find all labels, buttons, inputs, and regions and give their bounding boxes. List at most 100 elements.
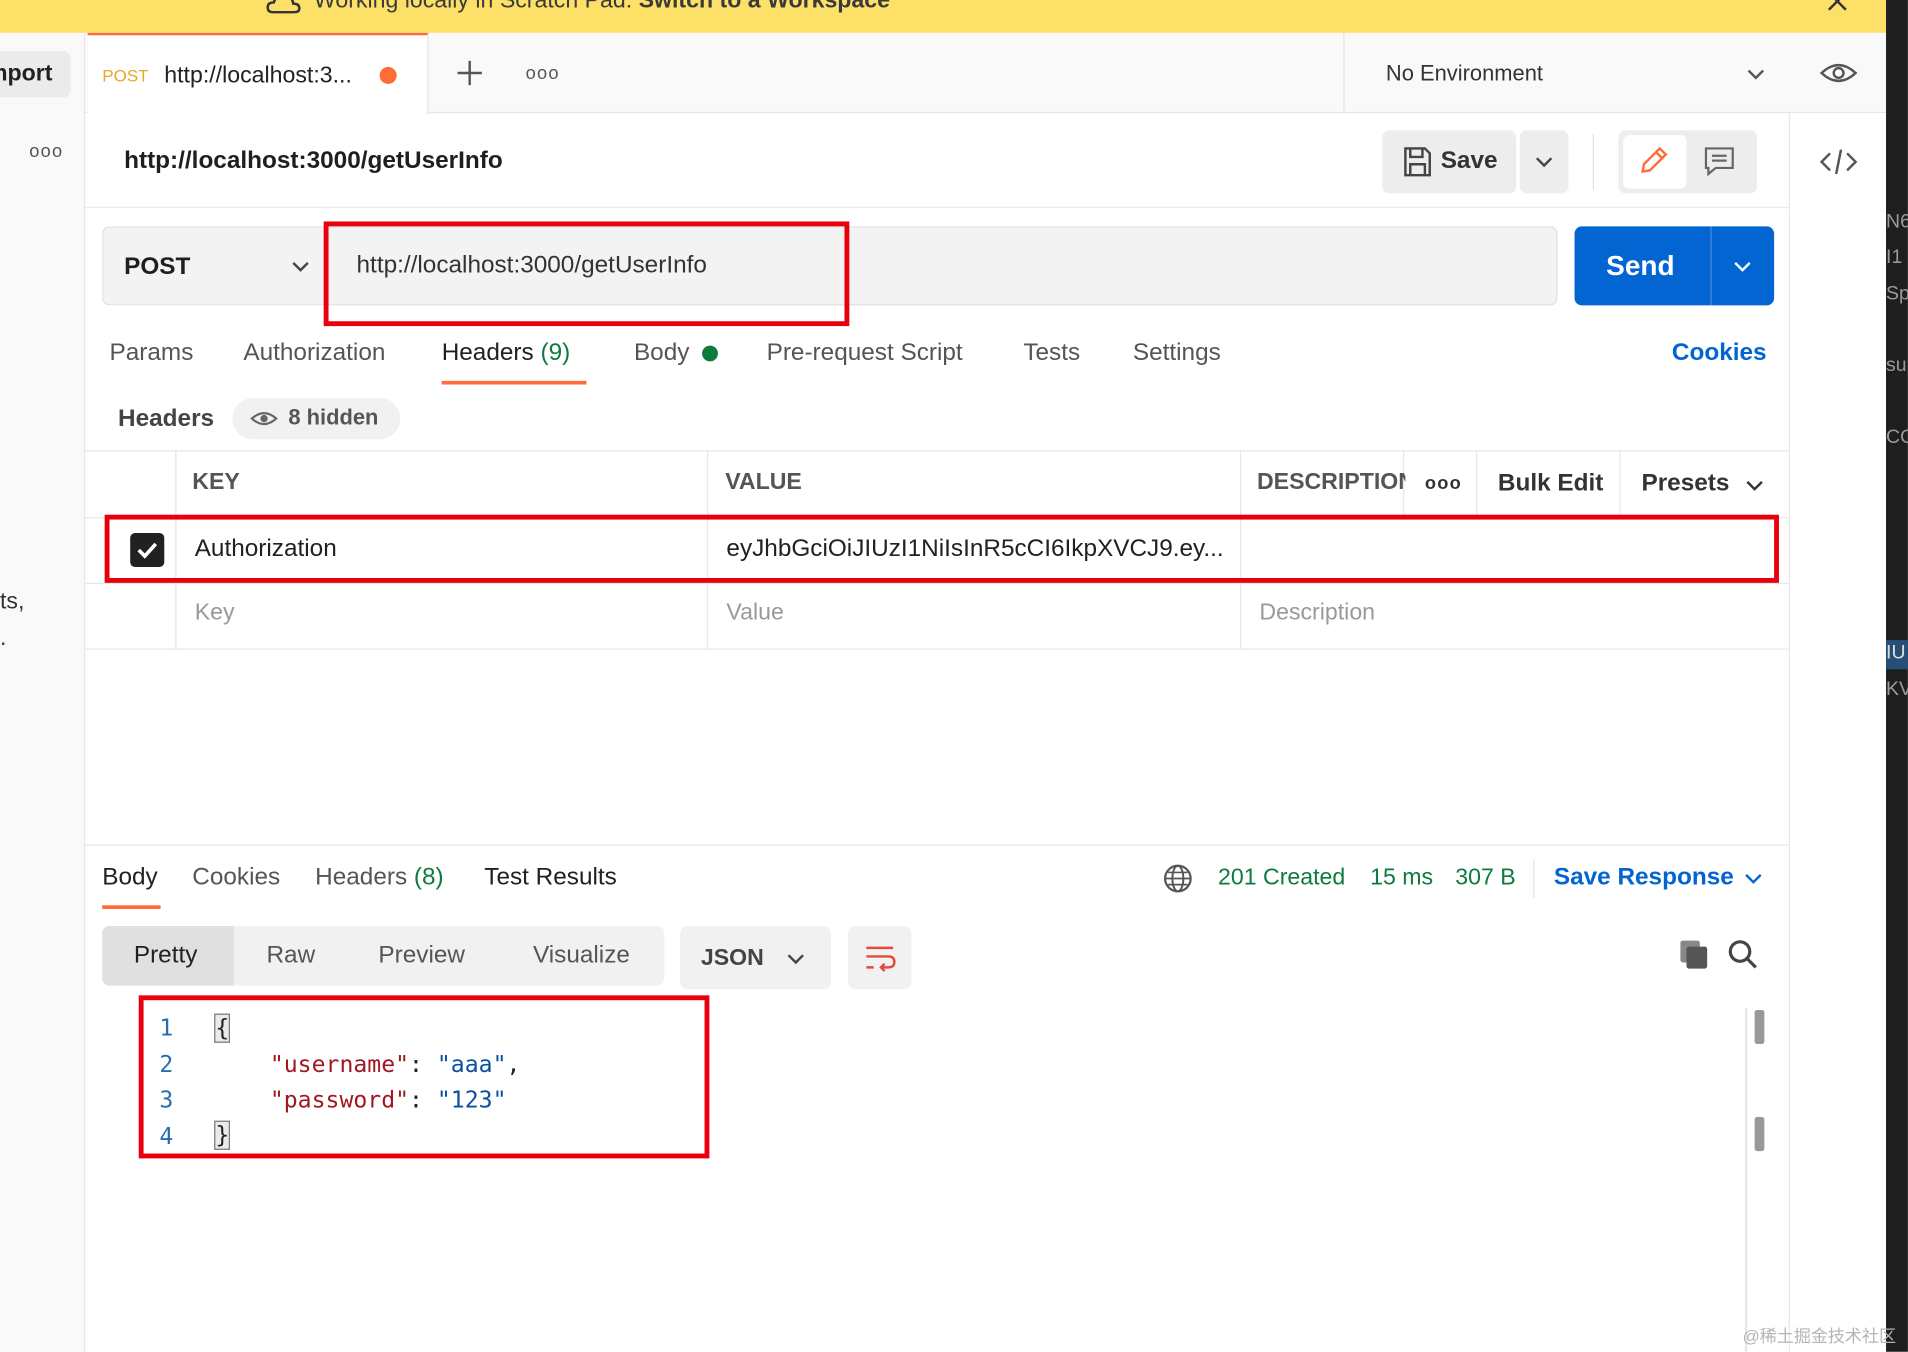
column-options-icon[interactable]: ooo — [1425, 473, 1462, 494]
editor-fragment: I1 — [1886, 247, 1903, 268]
sidebar-hint-text: . — [0, 625, 7, 651]
format-label: JSON — [700, 945, 764, 972]
chevron-down-icon — [1535, 157, 1553, 168]
active-tab-indicator — [441, 380, 587, 385]
tab-headers-label: Headers — [441, 339, 534, 367]
request-name[interactable]: http://localhost:3000/getUserInfo — [124, 147, 503, 175]
cookies-link[interactable]: Cookies — [1672, 339, 1767, 367]
tab-authorization[interactable]: Authorization — [243, 339, 385, 367]
new-tab-plus-icon[interactable] — [453, 56, 487, 90]
chevron-down-icon — [787, 954, 804, 965]
editor-fragment: su — [1886, 355, 1907, 376]
divider — [1592, 133, 1595, 190]
save-response-button[interactable]: Save Response — [1554, 864, 1734, 892]
body-status-dot-icon — [702, 345, 718, 362]
view-mode-visualize[interactable]: Visualize — [533, 942, 630, 970]
response-tab-headers-count: (8) — [413, 863, 444, 891]
table-border — [85, 582, 1789, 585]
tab-prerequest-script[interactable]: Pre-request Script — [767, 339, 963, 367]
editor-background: N6 I1 Spl su CO IU KV — [1886, 0, 1908, 1352]
eye-icon — [250, 412, 278, 426]
column-header-key: KEY — [192, 469, 240, 496]
chevron-down-icon — [292, 261, 309, 272]
comment-icon[interactable] — [1701, 142, 1738, 179]
switch-workspace-link[interactable]: Switch to a Workspace — [639, 0, 890, 13]
save-icon — [1404, 147, 1431, 177]
watermark: @稀土掘金技术社区 — [1742, 1326, 1897, 1346]
import-button[interactable]: Import — [0, 51, 71, 98]
annotation-box — [323, 221, 850, 327]
table-border — [85, 648, 1789, 650]
table-border — [85, 450, 1789, 452]
right-sidebar — [1788, 113, 1887, 1352]
scrollbar[interactable] — [1744, 1007, 1748, 1352]
pencil-icon — [1641, 146, 1668, 174]
table-border — [1475, 450, 1478, 518]
tab-more-icon[interactable]: ooo — [526, 63, 560, 84]
view-mode-raw[interactable]: Raw — [266, 942, 315, 970]
annotation-box — [138, 995, 710, 1159]
globe-icon[interactable] — [1162, 863, 1194, 895]
editor-fragment: Spl — [1886, 283, 1908, 305]
save-label: Save — [1440, 147, 1498, 175]
response-tab-cookies[interactable]: Cookies — [192, 864, 280, 892]
code-snippet-icon[interactable] — [1818, 144, 1859, 181]
divider — [1533, 859, 1535, 898]
chevron-down-icon[interactable] — [1742, 868, 1764, 890]
chevron-down-icon — [1746, 480, 1763, 491]
response-size[interactable]: 307 B — [1455, 865, 1515, 892]
left-sidebar — [0, 32, 86, 1352]
hidden-headers-label: 8 hidden — [288, 405, 379, 430]
editor-fragment: KV — [1886, 678, 1908, 700]
close-banner-icon[interactable] — [1825, 0, 1849, 15]
bulk-edit-button[interactable]: Bulk Edit — [1498, 470, 1603, 498]
view-mode-pretty[interactable]: Pretty — [134, 942, 198, 970]
wrap-lines-icon — [866, 946, 896, 972]
tab-headers[interactable]: Headers (9) — [442, 339, 571, 367]
method-label: POST — [124, 253, 191, 280]
copy-icon[interactable] — [1677, 937, 1711, 971]
editor-fragment: CO — [1886, 427, 1908, 448]
response-tab-test-results[interactable]: Test Results — [484, 864, 617, 892]
tab-headers-count: (9) — [540, 339, 571, 367]
divider — [85, 844, 1789, 846]
eye-icon[interactable] — [1818, 56, 1859, 90]
tab-tests[interactable]: Tests — [1023, 339, 1080, 367]
table-border — [1619, 450, 1621, 518]
tab-method-label: POST — [102, 65, 149, 86]
column-header-description: DESCRIPTION — [1256, 469, 1406, 496]
banner-text: Working locally in Scratch Pad. — [313, 0, 633, 14]
tab-settings[interactable]: Settings — [1133, 339, 1221, 367]
active-tab-indicator — [102, 905, 161, 909]
column-header-value: VALUE — [725, 469, 802, 496]
send-button[interactable]: Send — [1574, 226, 1711, 306]
response-tab-headers[interactable]: Headers (8) — [315, 864, 444, 892]
view-mode-preview[interactable]: Preview — [378, 942, 465, 970]
annotation-box — [104, 514, 1779, 583]
environment-select[interactable]: No Environment — [1386, 61, 1543, 87]
tab-title: http://localhost:3... — [164, 63, 352, 89]
divider — [1343, 32, 1345, 114]
sidebar-more-icon[interactable]: ooo — [29, 141, 63, 162]
response-tab-body[interactable]: Body — [102, 864, 157, 892]
tab-params[interactable]: Params — [110, 339, 194, 367]
divider — [85, 206, 1789, 209]
chevron-down-icon — [1734, 261, 1751, 272]
response-time[interactable]: 15 ms — [1370, 865, 1433, 892]
headers-section-label: Headers — [118, 405, 215, 432]
scroll-marker — [1754, 1009, 1765, 1045]
scroll-marker — [1754, 1117, 1765, 1152]
new-key-input[interactable]: Key — [195, 600, 235, 627]
tab-body[interactable]: Body — [634, 339, 689, 367]
response-tab-headers-label: Headers — [315, 863, 408, 891]
editor-fragment: IU — [1886, 642, 1906, 664]
new-description-input[interactable]: Description — [1259, 600, 1375, 627]
editor-fragment: N6 — [1886, 211, 1908, 233]
status-badge[interactable]: 201 Created — [1218, 865, 1345, 892]
new-value-input[interactable]: Value — [726, 600, 783, 627]
chevron-down-icon[interactable] — [1745, 63, 1767, 85]
sidebar-hint-text: ts, — [0, 588, 25, 615]
presets-button[interactable]: Presets — [1641, 470, 1729, 498]
banner-message: Working locally in Scratch Pad. Switch t… — [314, 0, 890, 15]
search-icon[interactable] — [1725, 937, 1759, 971]
